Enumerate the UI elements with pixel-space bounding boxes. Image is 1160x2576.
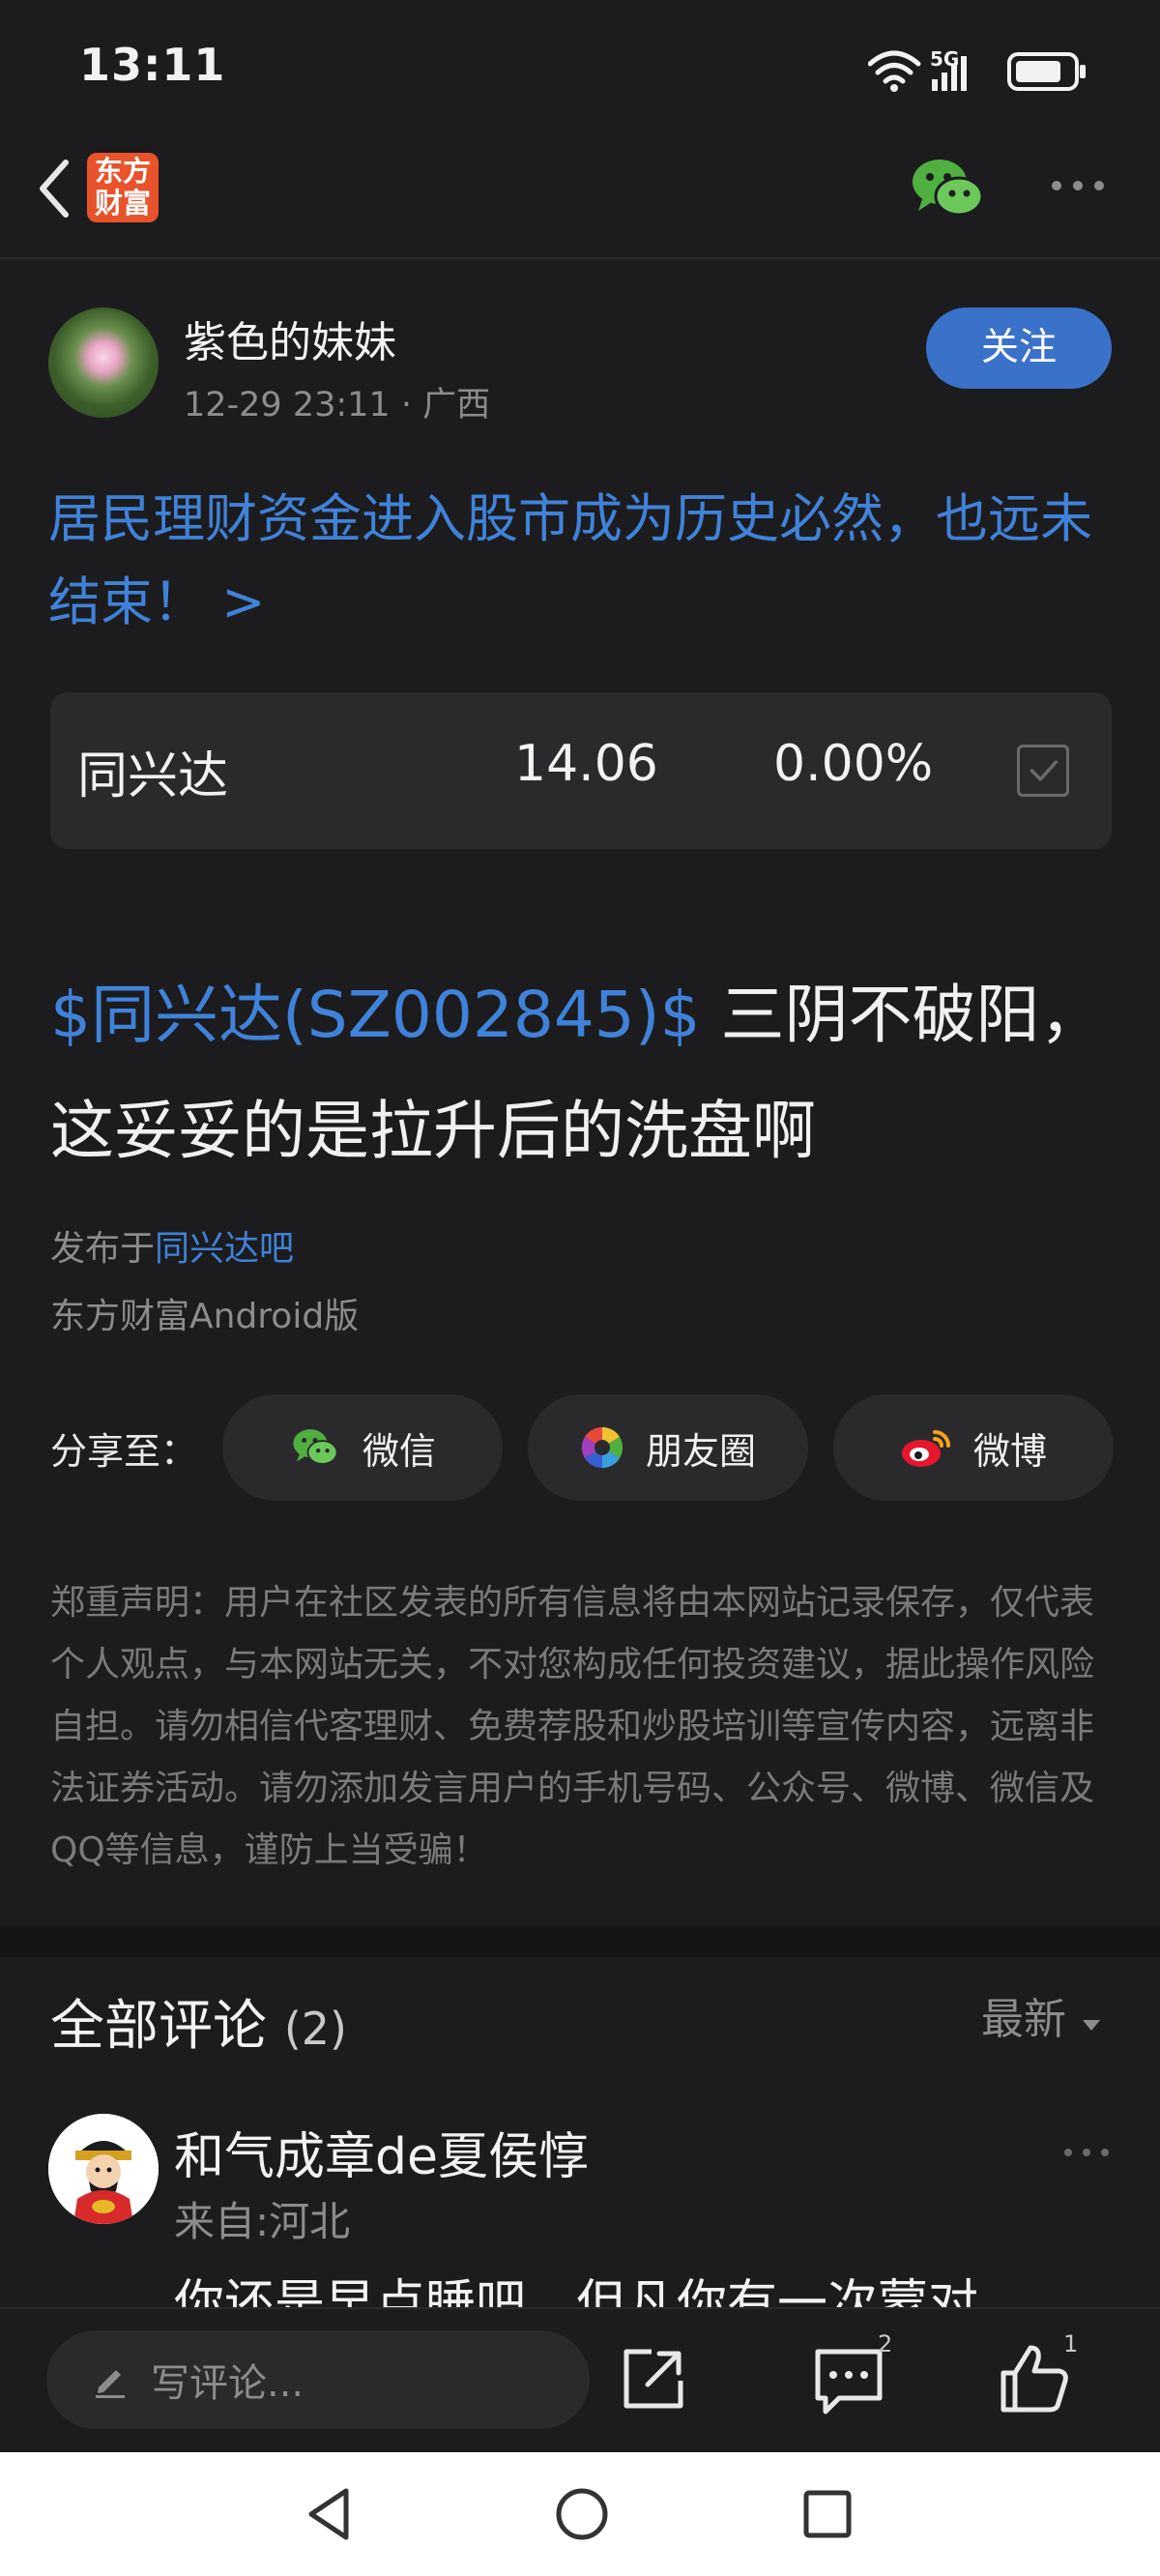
share-label: 分享至：: [50, 1430, 198, 1473]
stock-name: 同兴达: [77, 747, 229, 805]
app-logo[interactable]: 东方 财富: [87, 153, 159, 222]
section-divider: [0, 1926, 1160, 1957]
share-moments-button[interactable]: 朋友圈: [528, 1394, 808, 1501]
more-options-icon[interactable]: [1049, 174, 1107, 197]
share-icon[interactable]: [619, 2344, 688, 2414]
wechat-icon: [293, 1429, 338, 1465]
stock-tag-link[interactable]: $同兴达(SZ002845)$: [50, 978, 701, 1052]
disclaimer-text: 郑重声明：用户在社区发表的所有信息将由本网站记录保存，仅代表个人观点，与本网站无…: [50, 1583, 1095, 1870]
caret-down-icon: [1083, 2020, 1100, 2031]
share-weibo-label: 微博: [972, 1429, 1047, 1473]
nav-recent-apps-icon[interactable]: [798, 2485, 856, 2543]
weibo-icon: [901, 1430, 950, 1467]
status-icons: 5G: [868, 47, 1086, 92]
commenter-name[interactable]: 和气成章de夏侯惇: [174, 2116, 589, 2188]
checkbox-icon[interactable]: [1017, 745, 1069, 797]
nav-back-icon[interactable]: [300, 2483, 362, 2545]
logo-text-bottom: 财富: [94, 187, 151, 220]
moments-icon: [581, 1426, 624, 1469]
comments-count: (2): [283, 2003, 347, 2055]
logo-text-top: 东方: [94, 155, 151, 188]
comments-title: 全部评论: [50, 1995, 267, 2058]
write-comment-input[interactable]: 写评论...: [46, 2330, 590, 2429]
top-nav-bar: [0, 145, 1160, 259]
thumbs-up-icon[interactable]: [996, 2340, 1073, 2417]
battery-icon: [1007, 52, 1086, 91]
published-prefix: 发布于: [50, 1229, 156, 1269]
author-name[interactable]: 紫色的妹妹: [184, 307, 396, 369]
commenter-avatar[interactable]: [48, 2114, 159, 2224]
follow-button[interactable]: 关注: [926, 307, 1112, 389]
comment-icon[interactable]: [810, 2344, 887, 2417]
write-comment-placeholder: 写评论...: [151, 2361, 304, 2406]
commenter-location: 来自:河北: [174, 2198, 351, 2245]
god-of-wealth-avatar-icon: [48, 2114, 159, 2224]
client-source: 东方财富Android版: [50, 1297, 360, 1336]
like-count-badge: 1: [1063, 2330, 1079, 2357]
post-body: $同兴达(SZ002845)$ 三阴不破阳，这妥妥的是拉升后的洗盘啊: [50, 957, 1123, 1189]
stock-price: 14.06: [514, 735, 658, 793]
promo-headline-link[interactable]: 居民理财资金进入股市成为历史必然，也远未结束！ >: [48, 478, 1121, 644]
nav-home-icon[interactable]: [551, 2483, 613, 2545]
post-meta: 12-29 23:11 · 广西: [184, 386, 491, 424]
share-wechat-button[interactable]: 微信: [222, 1394, 503, 1501]
author-avatar[interactable]: [48, 307, 159, 418]
share-weibo-button[interactable]: 微博: [833, 1394, 1114, 1501]
pencil-icon: [96, 2370, 125, 2398]
published-in: 发布于同兴达吧: [50, 1220, 294, 1271]
bar-link[interactable]: 同兴达吧: [155, 1229, 294, 1269]
wifi-icon: [868, 50, 921, 84]
share-moments-label: 朋友圈: [645, 1429, 756, 1473]
comment-more-icon[interactable]: [1061, 2143, 1112, 2162]
comment-text: 你还是早点睡吧，但凡你有一次蒙对: [174, 2275, 979, 2313]
sort-dropdown[interactable]: 最新: [981, 1984, 1103, 2046]
share-wechat-label: 微信: [362, 1429, 436, 1473]
comment-count-badge: 2: [878, 2330, 893, 2357]
stock-change: 0.00%: [773, 735, 934, 793]
sort-label: 最新: [981, 1995, 1066, 2044]
status-time: 13:11: [79, 39, 226, 91]
wechat-icon[interactable]: [909, 155, 986, 222]
back-arrow-icon[interactable]: [23, 155, 91, 222]
comments-header: 全部评论 (2): [50, 1982, 347, 2061]
